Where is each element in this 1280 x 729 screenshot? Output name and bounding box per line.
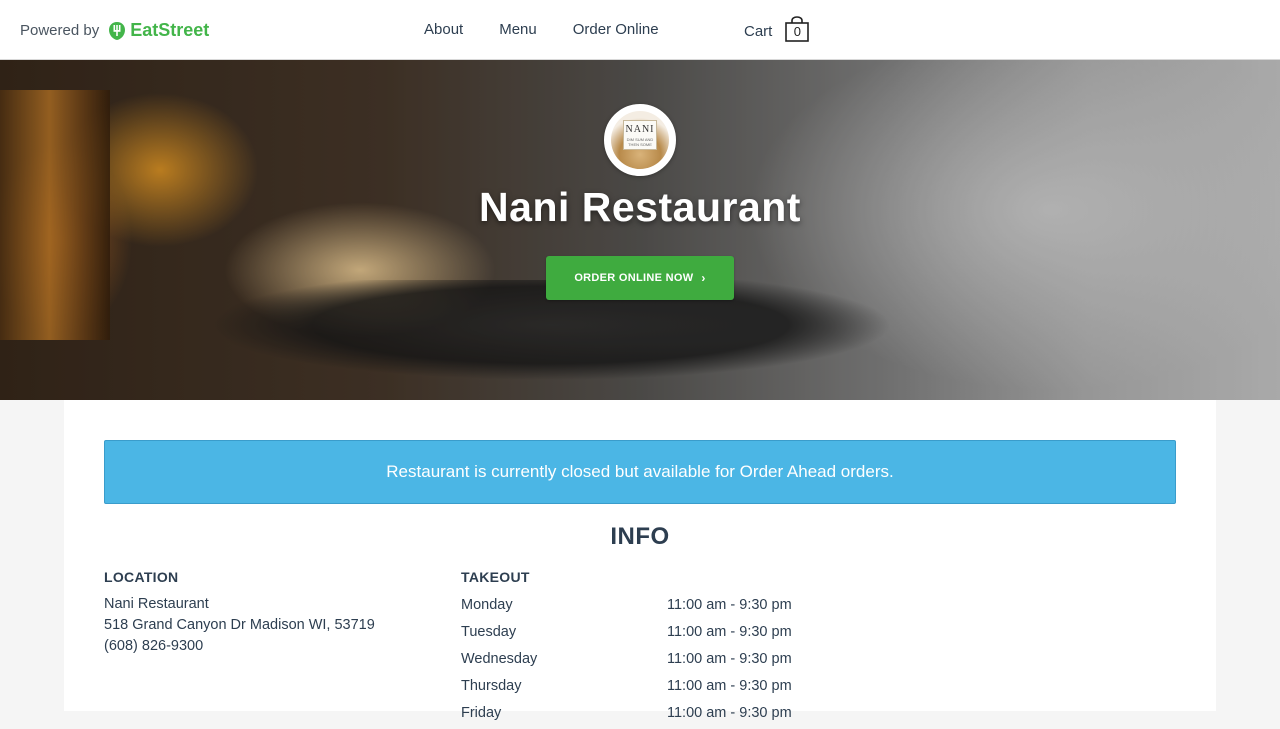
hours-time: 11:00 am - 9:30 pm [667,597,792,613]
fork-icon [109,21,126,40]
order-online-now-button[interactable]: ORDER ONLINE NOW › [546,256,734,300]
order-button-label: ORDER ONLINE NOW [574,272,694,284]
hours-row: Wednesday 11:00 am - 9:30 pm [461,648,821,675]
hours-time: 11:00 am - 9:30 pm [667,705,792,721]
hours-row: Tuesday 11:00 am - 9:30 pm [461,621,821,648]
nav-order-online[interactable]: Order Online [573,21,659,38]
cart-label: Cart [744,23,773,40]
hours-day: Wednesday [461,651,538,667]
location-details: Nani Restaurant 518 Grand Canyon Dr Madi… [104,594,375,657]
logo-card: NANI DIM SUM AND THEN SOME [623,120,657,150]
location-heading: LOCATION [104,569,179,585]
eatstreet-logo[interactable]: EatStreet [108,20,209,41]
restaurant-title: Nani Restaurant [479,184,801,230]
takeout-hours: Monday 11:00 am - 9:30 pm Tuesday 11:00 … [461,594,821,729]
hours-day: Monday [461,597,513,613]
cart-count: 0 [793,24,801,39]
top-bar: Powered by EatStreet About Menu Order On… [0,0,1280,60]
restaurant-logo: NANI DIM SUM AND THEN SOME [604,104,676,176]
powered-by[interactable]: Powered by EatStreet [20,20,209,41]
logo-name: NANI [625,124,655,135]
takeout-heading: TAKEOUT [461,569,530,585]
info-heading: INFO [610,523,670,550]
shopping-bag-icon: 0 [785,16,810,42]
location-address[interactable]: 518 Grand Canyon Dr Madison WI, 53719 [104,615,375,636]
brand-name: EatStreet [130,20,210,40]
closed-alert: Restaurant is currently closed but avail… [104,440,1176,504]
powered-by-label: Powered by [20,22,100,39]
logo-tagline: DIM SUM AND THEN SOME [626,137,654,147]
location-phone[interactable]: (608) 826-9300 [104,636,375,657]
nav-menu[interactable]: Menu [499,21,537,38]
hours-day: Thursday [461,678,522,694]
hours-row: Thursday 11:00 am - 9:30 pm [461,675,821,702]
hours-day: Friday [461,705,502,721]
hours-row: Friday 11:00 am - 9:30 pm [461,702,821,729]
cart-button[interactable]: Cart 0 [744,16,810,42]
location-name: Nani Restaurant [104,596,209,612]
chevron-right-icon: › [701,271,706,285]
nav-about[interactable]: About [424,21,463,38]
hours-time: 11:00 am - 9:30 pm [667,624,792,640]
hours-row: Monday 11:00 am - 9:30 pm [461,594,821,621]
hours-time: 11:00 am - 9:30 pm [667,651,792,667]
hours-day: Tuesday [461,624,517,640]
main-content: Restaurant is currently closed but avail… [64,400,1216,721]
hours-time: 11:00 am - 9:30 pm [667,678,792,694]
main-nav: About Menu Order Online [424,21,695,38]
